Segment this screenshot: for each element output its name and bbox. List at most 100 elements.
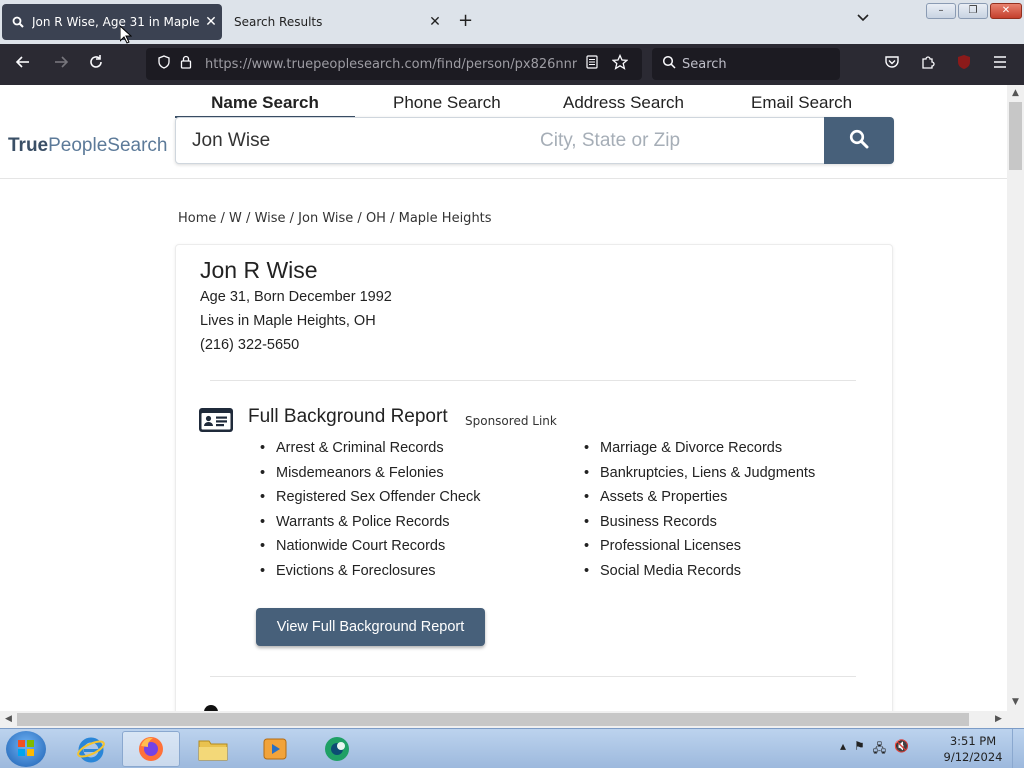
scroll-left-arrow-icon[interactable]: ◀ [0,711,17,728]
tab-phone-search[interactable]: Phone Search [393,93,501,113]
mouse-cursor-icon [119,24,133,44]
tab-address-search[interactable]: Address Search [563,93,684,113]
browser-search-box[interactable]: Search [652,48,840,80]
next-section-header [200,699,400,711]
search-icon [849,129,869,153]
person-phone[interactable]: (216) 322-5650 [200,337,299,353]
address-bar[interactable]: https://www.truepeoplesearch.com/find/pe… [146,48,642,80]
report-list-right: Marriage & Divorce Records Bankruptcies,… [584,440,815,587]
restore-window-button[interactable]: ❐ [958,3,988,19]
site-logo[interactable]: TruePeopleSearch [8,135,168,157]
search-type-tabs: Name Search Phone Search Address Search … [175,93,893,118]
sponsored-label: Sponsored Link [465,414,557,428]
search-submit-button[interactable] [824,117,894,164]
logo-bold-text: True [8,135,49,156]
person-age: Age 31, Born December 1992 [200,289,392,305]
scroll-right-arrow-icon[interactable]: ▶ [990,711,1007,728]
report-list-left: Arrest & Criminal Records Misdemeanors &… [260,440,480,587]
breadcrumb-separator: / [216,211,230,226]
search-placeholder: Search [682,56,727,72]
location-input[interactable]: City, State or Zip [540,130,680,152]
breadcrumb-link[interactable]: Maple Heights [399,211,492,226]
list-item: Registered Sex Offender Check [260,489,480,514]
person-location: Lives in Maple Heights, OH [200,313,376,329]
breadcrumb-link[interactable]: Jon Wise [298,211,353,226]
volume-muted-icon[interactable]: 🔇 [894,739,909,760]
breadcrumb-separator: / [285,211,299,226]
list-item: Social Media Records [584,563,815,588]
reload-button[interactable] [85,54,107,76]
system-tray: ▴ ⚑ 🖧 🔇 [840,739,909,760]
list-all-tabs-button[interactable] [856,12,870,27]
clock-time: 3:51 PM [949,734,997,748]
action-center-flag-icon[interactable]: ⚑ [854,739,865,760]
search-icon [10,14,26,30]
hamburger-menu-icon[interactable] [989,54,1011,76]
url-text[interactable]: https://www.truepeoplesearch.com/find/pe… [205,57,577,72]
show-desktop-button[interactable] [1012,729,1024,768]
browser-tab-active[interactable]: Jon R Wise, Age 31 in Maple H ✕ [2,4,222,40]
reader-view-icon[interactable] [581,55,603,73]
tab-email-search[interactable]: Email Search [751,93,852,113]
list-item: Assets & Properties [584,489,815,514]
breadcrumb-link[interactable]: Home [178,211,216,226]
logo-light-text: PeopleSearch [48,135,168,156]
vertical-scrollbar[interactable]: ▲ ▼ [1007,85,1024,711]
close-window-button[interactable]: ✕ [990,3,1022,19]
list-item: Evictions & Foreclosures [260,563,480,588]
search-icon [662,55,676,73]
lock-icon[interactable] [175,55,197,73]
scrollbar-corner [1007,711,1024,728]
show-hidden-icons-icon[interactable]: ▴ [840,739,846,760]
view-full-report-button[interactable]: View Full Background Report [256,608,485,646]
list-item: Professional Licenses [584,538,815,563]
list-item: Nationwide Court Records [260,538,480,563]
name-input[interactable]: Jon Wise [192,130,270,152]
list-item: Misdemeanors & Felonies [260,465,480,490]
list-item: Arrest & Criminal Records [260,440,480,465]
browser-tab-inactive[interactable]: Search Results ✕ [224,4,446,40]
tab-name-search[interactable]: Name Search [175,93,355,118]
file-explorer-folder-icon[interactable] [184,731,242,767]
person-name: Jon R Wise [200,257,318,283]
horizontal-scrollbar[interactable]: ◀ ▶ [0,711,1007,728]
taskbar-clock[interactable]: 3:51 PM 9/12/2024 [940,733,1006,765]
green-app-icon[interactable] [308,731,366,767]
network-icon[interactable]: 🖧 [873,739,886,760]
start-button[interactable] [6,731,46,767]
minimize-window-button[interactable]: – [926,3,956,19]
list-item: Bankruptcies, Liens & Judgments [584,465,815,490]
back-button[interactable] [12,54,34,76]
horizontal-scroll-thumb[interactable] [17,713,969,726]
bookmark-star-icon[interactable] [609,53,631,74]
ublock-shield-icon[interactable] [953,54,975,76]
forward-button[interactable] [50,54,72,76]
close-tab-icon[interactable]: ✕ [424,14,446,30]
people-search-form: Jon Wise City, State or Zip [175,117,894,164]
breadcrumb: Home / W / Wise / Jon Wise / OH / Maple … [178,211,492,226]
breadcrumb-link[interactable]: Wise [255,211,286,226]
tab-title: Search Results [234,15,323,29]
breadcrumb-separator: / [241,211,255,226]
close-tab-icon[interactable]: ✕ [200,14,222,30]
shield-icon[interactable] [153,55,175,73]
new-tab-button[interactable]: + [458,10,473,31]
internet-explorer-icon[interactable] [62,731,120,767]
browser-navigation-bar: https://www.truepeoplesearch.com/find/pe… [0,44,1024,104]
list-item: Warrants & Police Records [260,514,480,539]
scroll-down-arrow-icon[interactable]: ▼ [1007,694,1024,711]
breadcrumb-separator: / [353,211,366,226]
media-player-icon[interactable] [246,731,304,767]
id-card-icon [199,408,233,432]
breadcrumb-link[interactable]: W [229,211,242,226]
list-item: Business Records [584,514,815,539]
scroll-up-arrow-icon[interactable]: ▲ [1007,85,1024,102]
tab-title: Jon R Wise, Age 31 in Maple H [32,15,200,29]
firefox-icon[interactable] [122,731,180,767]
vertical-scroll-thumb[interactable] [1009,102,1022,170]
breadcrumb-link[interactable]: OH [366,211,386,226]
person-card: Jon R Wise Age 31, Born December 1992 Li… [175,244,893,711]
extensions-puzzle-icon[interactable] [917,54,939,76]
clock-date: 9/12/2024 [943,750,1003,764]
pocket-icon[interactable] [881,54,903,76]
